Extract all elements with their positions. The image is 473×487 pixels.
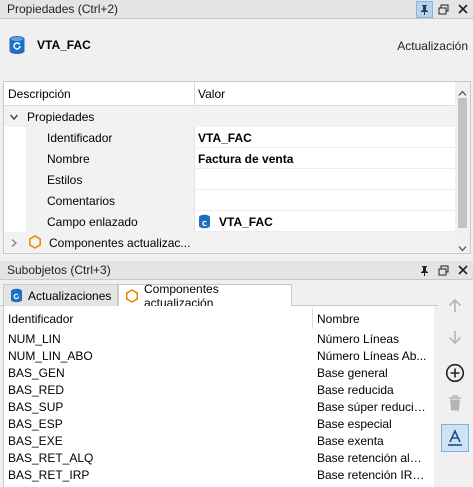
object-summary: VTA_FAC Actualización [0, 19, 473, 80]
property-value[interactable]: Factura de venta [198, 152, 293, 166]
list-item[interactable]: BAS_SUP Base súper reducida [4, 398, 434, 415]
property-row[interactable]: Identificador VTA_FAC [4, 127, 456, 148]
tab-actualizaciones[interactable]: Actualizaciones [3, 284, 118, 306]
pin-icon[interactable] [416, 0, 433, 18]
item-name: Base retención alqu... [317, 451, 427, 465]
list-header: Identificador Nombre [4, 306, 434, 330]
svg-text:C: C [202, 220, 207, 228]
tab-label: Actualizaciones [28, 288, 112, 303]
properties-panel-title: Propiedades (Ctrl+2) [7, 2, 119, 16]
arrow-down-icon[interactable] [441, 323, 469, 351]
item-name: Número Líneas [317, 332, 400, 346]
list-item[interactable]: BAS_RET_IRP Base retención IRPF [4, 466, 434, 483]
list-item[interactable]: BAS_ESP Base especial [4, 415, 434, 432]
list-item[interactable]: NUM_LIN_ABO Número Líneas Ab... [4, 347, 434, 364]
item-identifier: NUM_LIN [8, 332, 61, 346]
pin-icon[interactable] [416, 262, 433, 279]
property-row[interactable]: Estilos [4, 169, 456, 190]
item-identifier: BAS_GEN [8, 366, 65, 380]
subobjects-panel-header: Subobjetos (Ctrl+3) [0, 261, 473, 280]
subobjects-toolbar [438, 281, 473, 487]
object-name: VTA_FAC [37, 38, 91, 52]
col-identifier-header[interactable]: Identificador [8, 312, 73, 326]
property-row[interactable]: Comentarios [4, 190, 456, 211]
section-label: Componentes actualizac... [49, 236, 191, 250]
trash-icon[interactable] [441, 389, 469, 417]
restore-window-icon[interactable] [435, 1, 452, 18]
list-item[interactable]: BAS_RET_ALQ Base retención alqu... [4, 449, 434, 466]
close-icon[interactable] [454, 1, 471, 18]
item-identifier: BAS_EXE [8, 434, 63, 448]
scrollbar-thumb[interactable] [458, 98, 467, 228]
item-name: Base exenta [317, 434, 384, 448]
item-name: Base reducida [317, 383, 394, 397]
chevron-down-icon[interactable] [9, 111, 19, 125]
font-underline-icon[interactable] [441, 424, 469, 452]
item-identifier: NUM_LIN_ABO [8, 349, 93, 363]
item-name: Base súper reducida [317, 400, 427, 414]
hexagon-icon [28, 235, 42, 252]
section-label: Propiedades [27, 110, 95, 124]
subobjects-tabs: Actualizaciones Componentes actualizació… [0, 281, 440, 310]
list-item[interactable]: BAS_GEN Base general [4, 364, 434, 381]
property-label: Estilos [47, 173, 83, 187]
property-row[interactable]: Nombre Factura de venta [4, 148, 456, 169]
section-componentes[interactable]: Componentes actualizac... [4, 232, 456, 253]
chevron-right-icon[interactable] [9, 237, 19, 251]
property-label: Identificador [47, 131, 113, 145]
property-value[interactable]: VTA_FAC [198, 131, 252, 145]
properties-panel-header: Propiedades (Ctrl+2) [0, 0, 473, 19]
arrow-up-icon[interactable] [441, 292, 469, 320]
list-item[interactable]: BAS_EXE Base exenta [4, 432, 434, 449]
properties-grid: Descripción Valor Propiedades Identifica… [3, 81, 471, 254]
col-value-header[interactable]: Valor [198, 87, 225, 101]
item-identifier: BAS_RED [8, 383, 65, 397]
close-icon[interactable] [454, 262, 471, 279]
vertical-scrollbar[interactable] [455, 82, 470, 253]
subobjects-panel-title: Subobjetos (Ctrl+3) [7, 263, 111, 277]
database-refresh-icon [10, 288, 23, 303]
property-row[interactable]: Campo enlazado C VTA_FAC [4, 211, 456, 232]
item-name: Base retención IRPF [317, 468, 427, 482]
tab-componentes-actualizacion[interactable]: Componentes actualización [118, 282, 292, 310]
restore-window-icon[interactable] [435, 262, 452, 279]
item-name: Base general [317, 366, 388, 380]
components-list: Identificador Nombre NUM_LIN Número Línea… [3, 306, 434, 487]
item-identifier: BAS_ESP [8, 417, 63, 431]
add-circle-icon[interactable] [441, 359, 469, 387]
col-name-header[interactable]: Nombre [317, 312, 360, 326]
object-type: Actualización [397, 39, 468, 53]
grid-header: Descripción Valor [4, 82, 470, 106]
item-name: Base especial [317, 417, 392, 431]
list-item[interactable]: NUM_LIN Número Líneas [4, 330, 434, 347]
property-label: Campo enlazado [47, 215, 138, 229]
property-value[interactable]: VTA_FAC [219, 215, 273, 229]
item-identifier: BAS_RET_ALQ [8, 451, 94, 465]
database-refresh-icon [8, 35, 26, 58]
property-label: Nombre [47, 152, 90, 166]
item-identifier: BAS_RET_IRP [8, 468, 90, 482]
item-identifier: BAS_SUP [8, 400, 64, 414]
hexagon-icon [125, 288, 139, 303]
scroll-down-icon[interactable] [458, 241, 467, 253]
property-label: Comentarios [47, 194, 116, 208]
linked-field-icon: C [198, 214, 211, 232]
list-item[interactable]: BAS_RED Base reducida [4, 381, 434, 398]
item-name: Número Líneas Ab... [317, 349, 427, 363]
col-description-header[interactable]: Descripción [8, 87, 71, 101]
section-propiedades[interactable]: Propiedades [4, 106, 456, 127]
